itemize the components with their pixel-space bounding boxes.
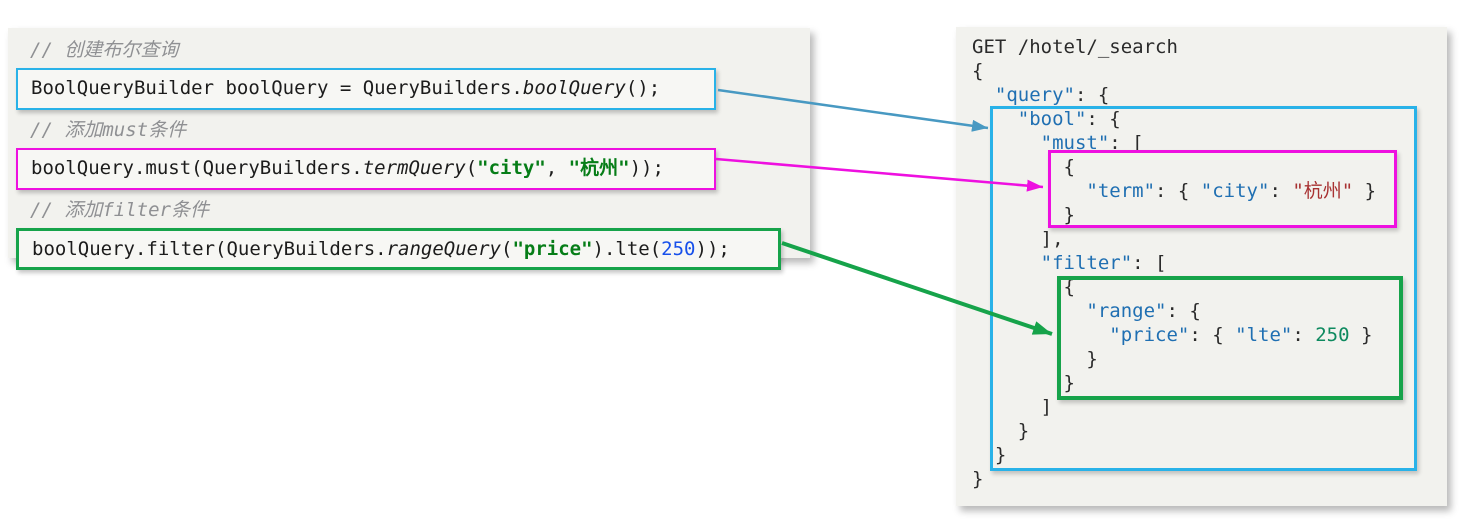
- java-code-segment: termQuery: [362, 157, 466, 179]
- java-code-segment: boolQuery.filter(QueryBuilders.: [32, 238, 387, 260]
- java-comment-line: // 创建布尔查询: [30, 39, 179, 61]
- java-code-lines: // 创建布尔查询 BoolQueryBuilder boolQuery = Qu…: [8, 38, 810, 270]
- java-code-segment: "city": [477, 157, 546, 179]
- java-code-line-magenta: boolQuery.must(QueryBuilders.termQuery("…: [16, 148, 716, 190]
- dsl-code-segment: [972, 84, 995, 106]
- java-code-segment: (: [501, 238, 513, 260]
- java-code-segment: ));: [629, 157, 664, 179]
- dsl-code-segment: {: [972, 60, 984, 82]
- java-code-segment: rangeQuery: [386, 238, 501, 260]
- dsl-code-segment: }: [972, 468, 984, 490]
- range-query-highlight-box: [1057, 276, 1403, 400]
- dsl-json-line: "query": {: [972, 83, 1376, 107]
- java-code-panel: // 创建布尔查询 BoolQueryBuilder boolQuery = Qu…: [8, 28, 810, 270]
- java-code-segment: boolQuery: [522, 77, 626, 99]
- java-code-segment: "杭州": [568, 157, 630, 179]
- java-code-segment: ).lte(: [592, 238, 662, 260]
- java-code-segment: boolQuery.must(QueryBuilders.: [31, 157, 363, 179]
- java-code-segment: ();: [625, 77, 661, 99]
- dsl-code-segment: GET /hotel/_search: [972, 36, 1178, 58]
- term-query-highlight-box: [1048, 150, 1397, 228]
- java-code-segment: ));: [695, 238, 730, 260]
- code-to-dsl-diagram: // 创建布尔查询 BoolQueryBuilder boolQuery = Qu…: [0, 0, 1472, 527]
- java-comment-line: // 添加filter条件: [30, 199, 209, 221]
- java-comment-line: // 添加must条件: [30, 119, 187, 141]
- java-code-segment: "price": [512, 238, 593, 260]
- java-code-line-green: boolQuery.filter(QueryBuilders.rangeQuer…: [16, 228, 781, 270]
- java-code-segment: (: [465, 157, 478, 179]
- java-code-segment: 250: [661, 238, 696, 260]
- dsl-code-segment: : {: [1074, 84, 1110, 106]
- dsl-json-line: {: [972, 59, 1376, 83]
- java-code-segment: BoolQueryBuilder boolQuery = QueryBuilde…: [31, 77, 523, 99]
- dsl-request-line: GET /hotel/_search: [972, 35, 1376, 59]
- dsl-code-segment: "query": [994, 84, 1075, 106]
- java-code-line-blue: BoolQueryBuilder boolQuery = QueryBuilde…: [16, 68, 716, 110]
- java-code-segment: ,: [545, 157, 569, 179]
- dsl-json-panel: GET /hotel/_search{ "query": { "bool": {…: [956, 27, 1447, 506]
